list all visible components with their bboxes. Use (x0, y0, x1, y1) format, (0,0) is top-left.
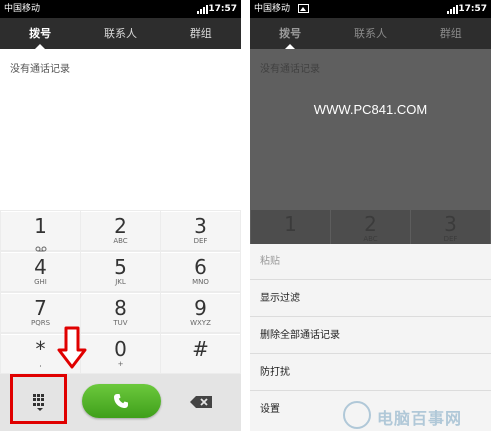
key-5[interactable]: 5 JKL (81, 252, 160, 291)
status-bar: 中国移动 17:57 (0, 0, 241, 18)
key-0[interactable]: 0 + (81, 334, 160, 373)
key-letters: DEF (193, 237, 208, 245)
key-letters: JKL (115, 278, 126, 286)
backspace-icon[interactable] (190, 396, 212, 408)
key-letters: ABC (113, 237, 128, 245)
key-letters: MNO (192, 278, 209, 286)
key-letters: GHI (34, 278, 47, 286)
site-watermark: WWW.PC841.COM (313, 102, 428, 117)
key-digit: # (192, 337, 209, 361)
carrier-label: 中国移动 (4, 4, 41, 14)
image-notification-icon (298, 4, 309, 13)
tab-bar: 拨号 联系人 群组 (250, 18, 491, 49)
dialer-screen: 中国移动 17:57 拨号 联系人 群组 没有通话记录 1 2 ABC 3 DEF 4 GH… (0, 0, 241, 431)
key-2[interactable]: 2 ABC (81, 211, 160, 250)
key-digit: 3 (194, 214, 207, 238)
phone-icon (114, 394, 128, 408)
key-digit: 2 (114, 214, 127, 238)
key-digit: 7 (34, 296, 47, 320)
menu-item-display-filter[interactable]: 显示过滤 (250, 281, 491, 317)
logo-circle-icon (343, 401, 371, 429)
key-letters: WXYZ (190, 319, 211, 327)
key-digit: 9 (194, 296, 207, 320)
key-4[interactable]: 4 GHI (1, 252, 80, 291)
tab-contacts[interactable]: 联系人 (330, 18, 410, 49)
grid-menu-icon (33, 394, 45, 406)
status-bar: 中国移动 17:57 (250, 0, 491, 18)
key-3[interactable]: 3 DEF (161, 211, 240, 250)
tab-groups[interactable]: 群组 (161, 18, 241, 49)
key-digit: 8 (114, 296, 127, 320)
key-digit: 4 (34, 255, 47, 279)
key-1[interactable]: 1 (1, 211, 80, 252)
red-arrow-down-icon (57, 326, 87, 369)
carrier-label: 中国移动 (254, 4, 291, 14)
key-digit: 0 (114, 337, 127, 361)
key-6[interactable]: 6 MNO (161, 252, 240, 291)
menu-item-paste[interactable]: 粘贴 (250, 244, 491, 280)
clock: 17:57 (458, 4, 487, 14)
empty-call-log-text: 没有通话记录 (10, 64, 70, 75)
menu-button[interactable] (10, 374, 67, 424)
key-8[interactable]: 8 TUV (81, 293, 160, 332)
signal-icon (447, 4, 458, 14)
menu-item-delete-all-call-logs[interactable]: 删除全部通话记录 (250, 318, 491, 354)
key-digit: 6 (194, 255, 207, 279)
key-letters: + (117, 360, 124, 368)
key-hash[interactable]: # (161, 334, 240, 373)
key-letters: TUV (113, 319, 128, 327)
key-9[interactable]: 9 WXYZ (161, 293, 240, 332)
call-button[interactable] (82, 384, 161, 418)
corner-watermark: 电脑百事网 (343, 401, 491, 431)
dialer-menu-screen: 中国移动 17:57 拨号 联系人 群组 没有通话记录 1 2ABC 3DEF … (250, 0, 491, 431)
key-digit: 5 (114, 255, 127, 279)
tab-groups[interactable]: 群组 (411, 18, 491, 49)
menu-item-do-not-disturb[interactable]: 防打扰 (250, 355, 491, 391)
call-log: 没有通话记录 (0, 49, 241, 210)
tab-bar: 拨号 联系人 群组 (0, 18, 241, 49)
dim-overlay[interactable] (250, 49, 491, 244)
clock: 17:57 (208, 4, 237, 14)
tab-dial[interactable]: 拨号 (250, 18, 330, 49)
tab-contacts[interactable]: 联系人 (80, 18, 160, 49)
signal-icon (197, 4, 208, 14)
tab-dial[interactable]: 拨号 (0, 18, 80, 49)
chevron-down-icon (37, 408, 43, 411)
key-digit: 1 (34, 214, 47, 238)
